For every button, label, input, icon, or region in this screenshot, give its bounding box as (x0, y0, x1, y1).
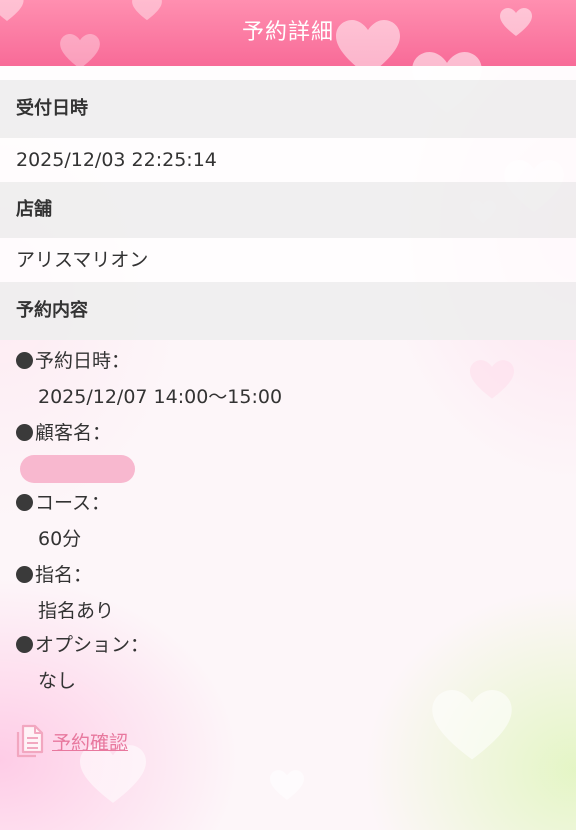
store-heading: 店舗 (0, 182, 576, 238)
document-icon (14, 724, 46, 758)
heart-decoration-icon (432, 690, 512, 762)
reservation-confirm-label[interactable]: 予約確認 (52, 728, 128, 755)
bullet-icon (16, 636, 33, 653)
customer-name-redacted (20, 455, 135, 483)
nomination-value: 指名あり (38, 600, 115, 622)
bullet-icon (16, 352, 33, 369)
nomination-label: 指名： (16, 560, 92, 590)
option-label: オプション： (16, 630, 149, 660)
reservation-confirm-link[interactable]: 予約確認 (14, 724, 128, 758)
reservation-datetime-label: 予約日時： (16, 346, 130, 376)
reservation-details-heading: 予約内容 (0, 282, 576, 340)
page-title: 予約詳細 (241, 20, 334, 45)
customer-name-label: 顧客名： (16, 418, 111, 448)
header-divider (0, 66, 576, 80)
reception-datetime-heading: 受付日時 (0, 80, 576, 138)
heart-decoration-icon (470, 360, 514, 400)
reservation-datetime-value: 2025/12/07 14:00〜15:00 (38, 386, 283, 408)
store-value: アリスマリオン (0, 238, 576, 282)
bullet-icon (16, 566, 33, 583)
header-bar: 予約詳細 (0, 0, 576, 66)
course-label: コース： (16, 488, 110, 518)
heart-decoration-icon (270, 770, 304, 801)
bullet-icon (16, 494, 33, 511)
bullet-icon (16, 424, 33, 441)
course-value: 60分 (38, 528, 82, 550)
option-value: なし (38, 670, 77, 692)
reception-datetime-value: 2025/12/03 22:25:14 (0, 138, 576, 182)
